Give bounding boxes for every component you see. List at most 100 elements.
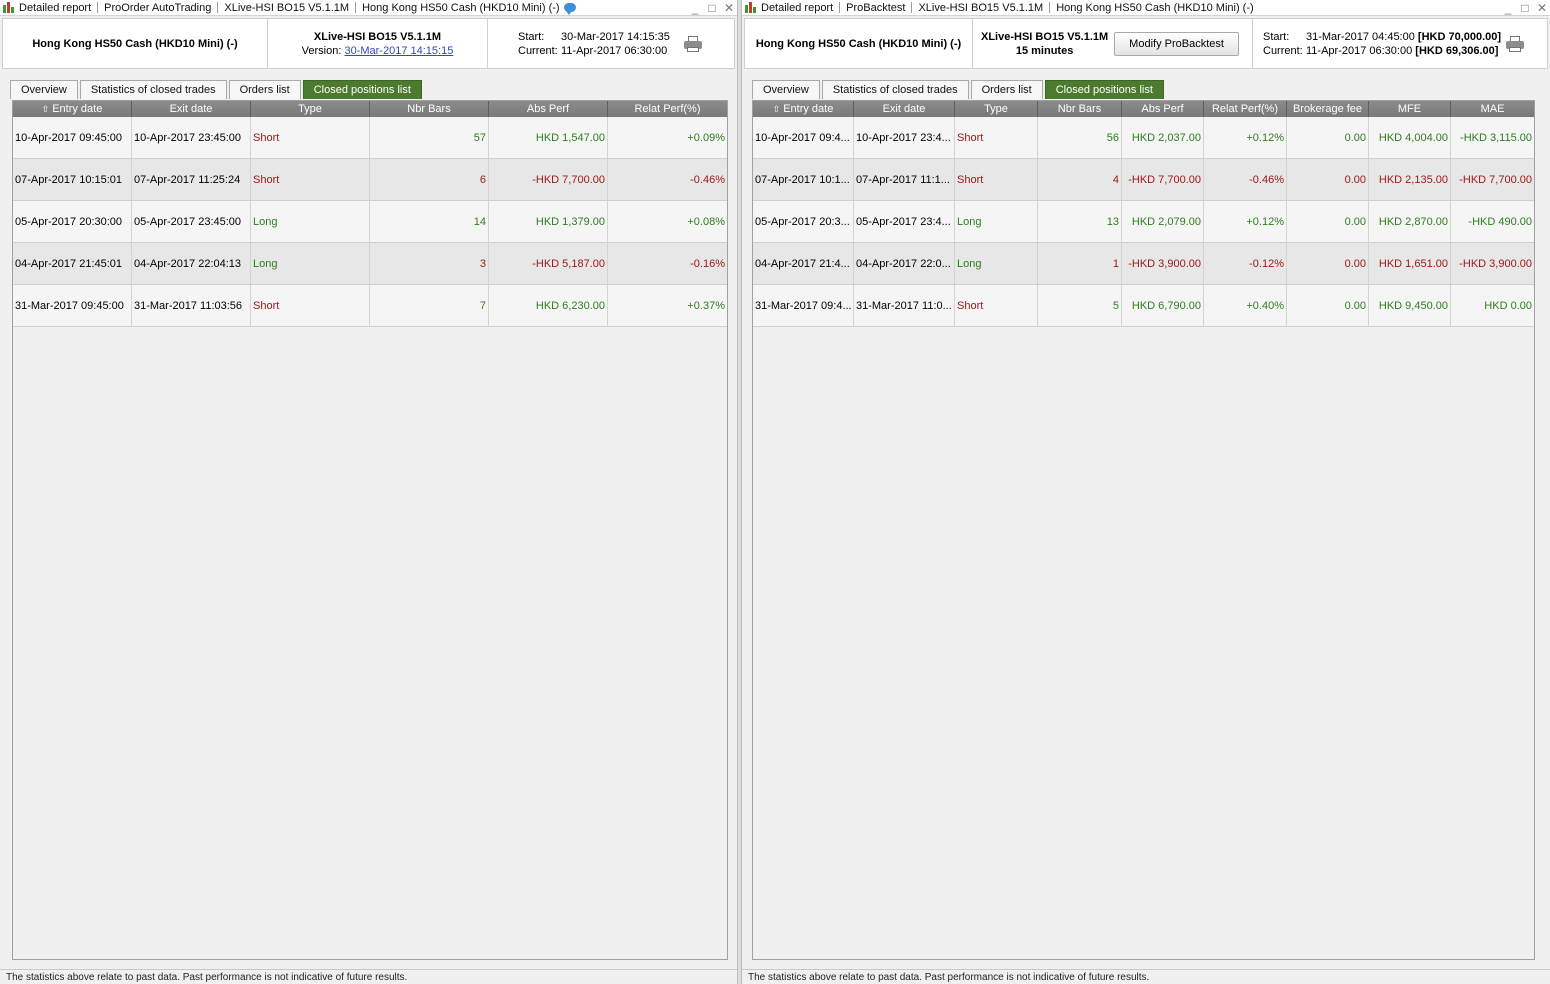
type-cell: Long (251, 201, 370, 242)
tab-orders-list[interactable]: Orders list (970, 80, 1043, 99)
entry-date-cell: 05-Apr-2017 20:30:00 (13, 201, 132, 242)
sort-arrow-up-icon: ⇧ (41, 103, 50, 114)
date-info: Start: 30-Mar-2017 14:15:35 Current: 11-Ap… (488, 19, 734, 68)
column-exit-date[interactable]: Exit date (854, 101, 955, 117)
strategy-info: XLive-HSI BO15 V5.1.1M 15 minutes Modify… (973, 19, 1253, 68)
date-info: Start: 31-Mar-2017 04:45:00 [HKD 70,000.0… (1253, 19, 1547, 68)
strategy-text: XLive-HSI BO15 V5.1.1M 15 minutes (981, 30, 1108, 58)
table-row[interactable]: 04-Apr-2017 21:45:01 04-Apr-2017 22:04:1… (13, 243, 727, 285)
table-header: ⇧ Entry date Exit date Type Nbr Bars Abs … (753, 101, 1534, 117)
column-exit-date[interactable]: Exit date (132, 101, 251, 117)
entry-date-cell: 07-Apr-2017 10:15:01 (13, 159, 132, 200)
tab-orders-list[interactable]: Orders list (228, 80, 301, 99)
breadcrumb-item[interactable]: ProBacktest (846, 2, 905, 14)
close-button[interactable]: ✕ (724, 2, 734, 14)
close-button[interactable]: ✕ (1537, 2, 1547, 14)
mae-cell: -HKD 7,700.00 (1459, 173, 1532, 186)
column-brokerage-fee[interactable]: Brokerage fee (1287, 101, 1369, 117)
current-value: 11-Apr-2017 06:30:00 (1306, 44, 1413, 57)
column-relat-perf[interactable]: Relat Perf(%) (1204, 101, 1287, 117)
table-row[interactable]: 07-Apr-2017 10:1... 07-Apr-2017 11:1... … (753, 159, 1534, 201)
tab-closed-positions-list[interactable]: Closed positions list (302, 80, 422, 99)
breadcrumb-item[interactable]: Hong Kong HS50 Cash (HKD10 Mini) (-) (362, 2, 559, 14)
table-body: 10-Apr-2017 09:45:00 10-Apr-2017 23:45:0… (13, 117, 727, 327)
exit-date-cell: 04-Apr-2017 22:04:13 (132, 243, 251, 284)
version-link[interactable]: 30-Mar-2017 14:15:15 (344, 45, 453, 57)
breadcrumb-item[interactable]: Detailed report (19, 2, 91, 14)
window-controls: _ □ ✕ (1503, 0, 1547, 15)
version-label: Version: (301, 44, 342, 57)
mae-cell: -HKD 3,900.00 (1459, 257, 1532, 270)
instrument-label: Hong Kong HS50 Cash (HKD10 Mini) (-) (755, 37, 962, 50)
abs-perf-cell: -HKD 7,700.00 (489, 159, 608, 200)
minimize-button[interactable]: _ (1503, 2, 1513, 14)
report-tabs: Overview Statistics of closed trades Ord… (752, 80, 1164, 100)
column-mae[interactable]: MAE (1451, 101, 1534, 117)
instrument-name: Hong Kong HS50 Cash (HKD10 Mini) (-) (745, 19, 973, 68)
strategy-info: XLive-HSI BO15 V5.1.1M Version: 30-Mar-2… (268, 19, 488, 68)
tab-overview[interactable]: Overview (752, 80, 820, 99)
brokerage-fee-cell: 0.00 (1287, 159, 1369, 200)
candlestick-chart-icon (3, 1, 15, 14)
table-row[interactable]: 04-Apr-2017 21:4... 04-Apr-2017 22:0... … (753, 243, 1534, 285)
start-label: Start: (518, 30, 545, 43)
chat-bubble-icon[interactable] (563, 3, 576, 15)
relat-perf-cell: -0.12% (1204, 243, 1287, 284)
printer-icon[interactable] (683, 36, 703, 52)
tab-statistics-closed-trades[interactable]: Statistics of closed trades (821, 80, 969, 99)
column-nbr-bars[interactable]: Nbr Bars (1038, 101, 1122, 117)
type-cell: Short (251, 159, 370, 200)
tab-closed-positions-list[interactable]: Closed positions list (1044, 80, 1164, 99)
abs-perf-cell: HKD 1,547.00 (489, 117, 608, 158)
maximize-button[interactable]: □ (707, 2, 717, 14)
table-header: ⇧ Entry date Exit date Type Nbr Bars Abs … (13, 101, 727, 117)
exit-date-cell: 07-Apr-2017 11:25:24 (132, 159, 251, 200)
table-row[interactable]: 10-Apr-2017 09:4... 10-Apr-2017 23:4... … (753, 117, 1534, 159)
column-relat-perf[interactable]: Relat Perf(%) (608, 101, 727, 117)
modify-probacktest-button[interactable]: Modify ProBacktest (1114, 31, 1239, 56)
tab-overview[interactable]: Overview (10, 80, 78, 99)
table-row[interactable]: 05-Apr-2017 20:30:00 05-Apr-2017 23:45:0… (13, 201, 727, 243)
entry-date-cell: 04-Apr-2017 21:4... (753, 243, 854, 284)
strategy-name: XLive-HSI BO15 V5.1.1M (981, 30, 1109, 43)
maximize-button[interactable]: □ (1520, 2, 1530, 14)
entry-date-cell: 10-Apr-2017 09:45:00 (13, 117, 132, 158)
column-abs-perf[interactable]: Abs Perf (489, 101, 608, 117)
mfe-cell: HKD 1,651.00 (1369, 243, 1451, 284)
printer-icon[interactable] (1505, 36, 1525, 52)
type-cell: Long (955, 201, 1038, 242)
relat-perf-cell: -0.16% (690, 257, 725, 270)
mae-cell: -HKD 3,115.00 (1460, 131, 1532, 144)
report-tabs: Overview Statistics of closed trades Ord… (10, 80, 422, 100)
table-body: 10-Apr-2017 09:4... 10-Apr-2017 23:4... … (753, 117, 1534, 327)
minimize-button[interactable]: _ (690, 2, 700, 14)
exit-date-cell: 31-Mar-2017 11:03:56 (132, 285, 251, 326)
table-row[interactable]: 31-Mar-2017 09:4... 31-Mar-2017 11:0... … (753, 285, 1534, 327)
type-cell: Short (251, 117, 370, 158)
table-row[interactable]: 05-Apr-2017 20:3... 05-Apr-2017 23:4... … (753, 201, 1534, 243)
breadcrumb-item[interactable]: XLive-HSI BO15 V5.1.1M (224, 2, 349, 14)
breadcrumb-item[interactable]: XLive-HSI BO15 V5.1.1M (918, 2, 1043, 14)
table-row[interactable]: 31-Mar-2017 09:45:00 31-Mar-2017 11:03:5… (13, 285, 727, 327)
column-label: Entry date (52, 103, 103, 115)
column-abs-perf[interactable]: Abs Perf (1122, 101, 1204, 117)
breadcrumb-item[interactable]: Hong Kong HS50 Cash (HKD10 Mini) (-) (1056, 2, 1253, 14)
relat-perf-cell: +0.08% (687, 215, 725, 228)
sort-arrow-up-icon: ⇧ (772, 103, 781, 114)
table-row[interactable]: 10-Apr-2017 09:45:00 10-Apr-2017 23:45:0… (13, 117, 727, 159)
relat-perf-cell: +0.09% (687, 131, 725, 144)
column-type[interactable]: Type (251, 101, 370, 117)
type-cell: Long (955, 243, 1038, 284)
column-entry-date[interactable]: ⇧ Entry date (13, 101, 132, 117)
breadcrumb-item[interactable]: Detailed report (761, 2, 833, 14)
breadcrumb-item[interactable]: ProOrder AutoTrading (104, 2, 211, 14)
start-value: 31-Mar-2017 04:45:00 (1306, 30, 1415, 43)
column-mfe[interactable]: MFE (1369, 101, 1451, 117)
column-type[interactable]: Type (955, 101, 1038, 117)
exit-date-cell: 31-Mar-2017 11:0... (854, 285, 955, 326)
column-nbr-bars[interactable]: Nbr Bars (370, 101, 489, 117)
window-controls: _ □ ✕ (690, 0, 734, 15)
column-entry-date[interactable]: ⇧ Entry date (753, 101, 854, 117)
tab-statistics-closed-trades[interactable]: Statistics of closed trades (79, 80, 227, 99)
table-row[interactable]: 07-Apr-2017 10:15:01 07-Apr-2017 11:25:2… (13, 159, 727, 201)
